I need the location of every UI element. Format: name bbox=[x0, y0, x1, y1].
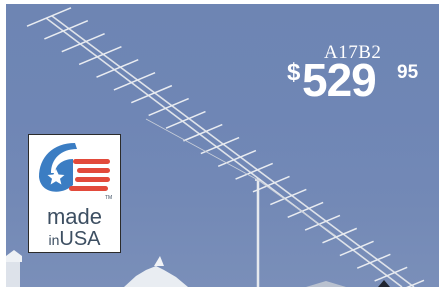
antenna-element bbox=[113, 71, 156, 91]
usa-flag-icon: TM bbox=[39, 143, 112, 201]
antenna-element bbox=[130, 84, 173, 104]
badge-made-text: made bbox=[46, 204, 103, 229]
price-currency: $ bbox=[287, 59, 301, 86]
antenna-element bbox=[61, 33, 105, 53]
product-banner: A17B2 $ 529 95 TM made inUSA bbox=[0, 0, 439, 287]
price-cents: 95 bbox=[397, 62, 419, 83]
antenna-element bbox=[26, 7, 72, 27]
price-dollars: 529 bbox=[302, 54, 377, 106]
badge-usa-text: USA bbox=[59, 228, 101, 250]
antenna-element bbox=[44, 20, 89, 40]
antenna-element bbox=[96, 58, 139, 78]
badge-in-text: in bbox=[48, 232, 60, 248]
badge-in-usa-text: inUSA bbox=[29, 229, 120, 251]
antenna-element bbox=[78, 45, 122, 66]
made-in-usa-badge: TM made inUSA bbox=[28, 134, 121, 253]
trademark-mark: TM bbox=[105, 195, 112, 201]
